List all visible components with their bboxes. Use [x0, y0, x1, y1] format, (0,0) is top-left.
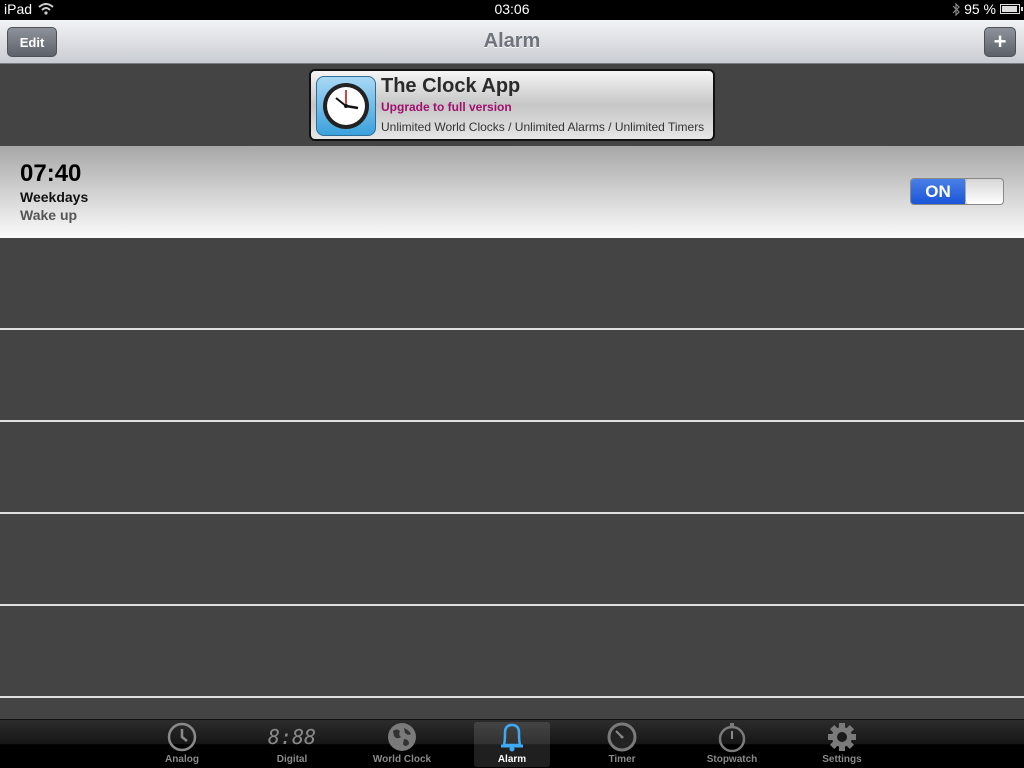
battery-icon	[1000, 4, 1023, 14]
digital-clock-icon: 8:88	[267, 725, 317, 749]
status-bar: iPad 03:06 95 %	[0, 0, 1024, 20]
tab-label: Analog	[165, 754, 199, 765]
add-alarm-button[interactable]: +	[984, 27, 1016, 57]
battery-percent: 95 %	[964, 1, 996, 17]
tab-label: Digital	[276, 754, 308, 765]
bluetooth-icon	[952, 2, 960, 16]
toggle-on-label: ON	[911, 179, 965, 204]
toggle-knob[interactable]	[965, 179, 1003, 204]
tab-label: Settings	[822, 754, 862, 765]
tab-stopwatch[interactable]: Stopwatch	[694, 722, 770, 767]
tab-label: Alarm	[497, 754, 527, 765]
ad-title: The Clock App	[381, 75, 521, 97]
row-separator	[0, 328, 1024, 330]
tab-analog[interactable]: Analog	[144, 722, 220, 767]
tab-timer[interactable]: Timer	[584, 722, 660, 767]
bell-icon	[501, 723, 523, 752]
row-separator	[0, 604, 1024, 606]
upgrade-banner[interactable]: The Clock App Upgrade to full version Un…	[309, 69, 715, 141]
timer-icon	[607, 722, 637, 752]
stopwatch-icon	[718, 723, 746, 753]
clock-app-icon	[316, 76, 376, 136]
tab-world-clock[interactable]: World Clock	[364, 722, 440, 767]
tab-bar: Analog 8:88 Digital World Clock Alarm Ti…	[0, 719, 1024, 768]
alarm-list-item[interactable]: 07:40 Weekdays Wake up ON	[0, 146, 1024, 238]
alarm-repeat: Weekdays	[20, 189, 89, 205]
row-separator	[0, 420, 1024, 422]
globe-icon	[388, 723, 416, 751]
ad-upgrade-link[interactable]: Upgrade to full version	[381, 100, 512, 114]
tab-label: Stopwatch	[706, 754, 758, 765]
navigation-bar: Edit Alarm +	[0, 20, 1024, 64]
analog-clock-icon	[167, 722, 197, 752]
row-separator	[0, 512, 1024, 514]
tab-label: Timer	[608, 754, 636, 765]
tab-alarm[interactable]: Alarm	[474, 722, 550, 767]
tab-label: World Clock	[372, 754, 432, 765]
ad-description: Unlimited World Clocks / Unlimited Alarm…	[381, 120, 705, 134]
tab-settings[interactable]: Settings	[804, 722, 880, 767]
alarm-label: Wake up	[20, 207, 78, 223]
plus-icon: +	[993, 29, 1007, 54]
alarm-time: 07:40	[20, 160, 82, 187]
status-time: 03:06	[494, 1, 530, 17]
gear-icon	[828, 723, 856, 751]
page-title: Alarm	[483, 30, 541, 52]
tab-digital[interactable]: 8:88 Digital	[254, 722, 330, 767]
row-separator	[0, 696, 1024, 698]
alarm-toggle[interactable]: ON	[910, 178, 1004, 205]
